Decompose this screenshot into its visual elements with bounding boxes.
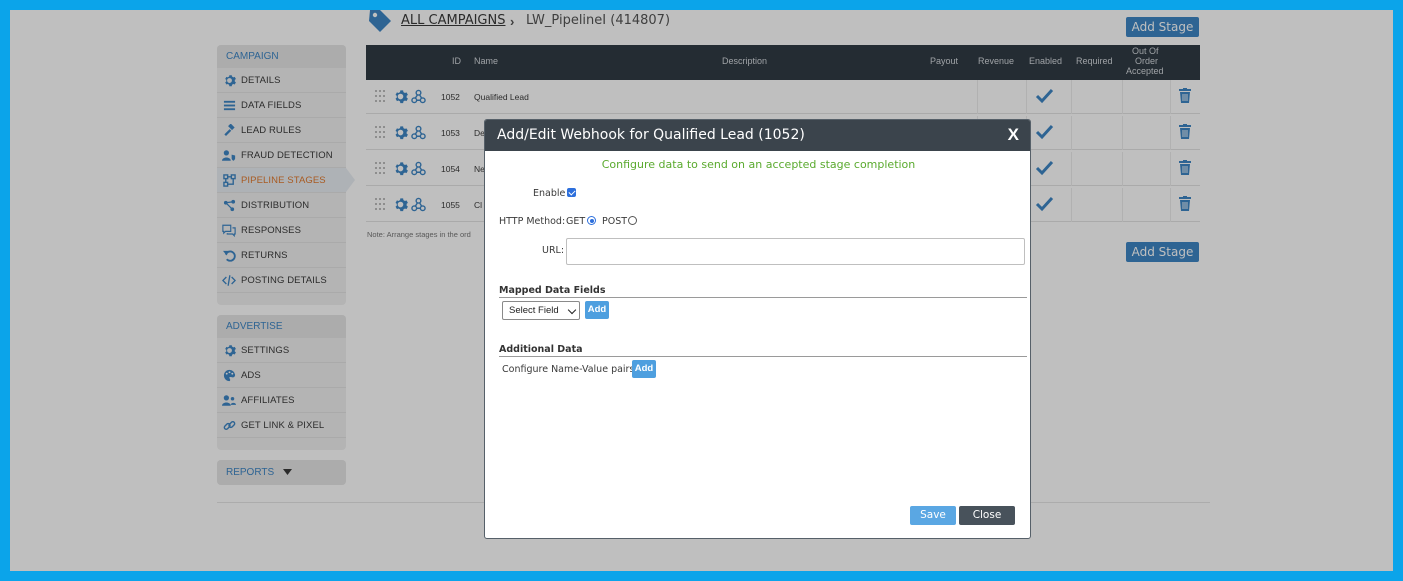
- url-input[interactable]: [566, 238, 1025, 265]
- additional-divider: [499, 356, 1027, 357]
- close-button[interactable]: Close: [959, 506, 1015, 525]
- mapped-data-fields-title: Mapped Data Fields: [499, 285, 606, 296]
- close-icon[interactable]: X: [1008, 125, 1019, 145]
- enable-checkbox[interactable]: [567, 188, 576, 197]
- get-label: GET: [566, 216, 586, 227]
- post-label: POST: [602, 216, 628, 227]
- add-name-value-button[interactable]: Add: [632, 360, 656, 378]
- select-field-dropdown[interactable]: Select Field: [502, 301, 580, 320]
- modal-title: Add/Edit Webhook for Qualified Lead (105…: [497, 127, 805, 143]
- save-button[interactable]: Save: [910, 506, 956, 525]
- chevron-down-icon: [567, 305, 577, 315]
- app-root: ALL CAMPAIGNS › LW_PipelineI (414807) Ad…: [10, 10, 1393, 571]
- modal-subtitle: Configure data to send on an accepted st…: [601, 158, 916, 171]
- post-radio[interactable]: [628, 216, 637, 225]
- webhook-modal: Add/Edit Webhook for Qualified Lead (105…: [484, 119, 1031, 539]
- url-label: URL:: [542, 245, 565, 256]
- app-frame: ALL CAMPAIGNS › LW_PipelineI (414807) Ad…: [10, 10, 1393, 571]
- additional-data-title: Additional Data: [499, 344, 583, 355]
- name-value-pairs-label: Configure Name-Value pairs: [502, 364, 635, 375]
- http-method-label: HTTP Method:: [499, 216, 566, 227]
- mapped-divider: [499, 297, 1027, 298]
- get-radio[interactable]: [587, 216, 596, 225]
- enable-label: Enable: [533, 188, 566, 199]
- modal-header: Add/Edit Webhook for Qualified Lead (105…: [485, 120, 1030, 151]
- add-mapped-field-button[interactable]: Add: [585, 301, 609, 319]
- select-field-value: Select Field: [509, 305, 559, 316]
